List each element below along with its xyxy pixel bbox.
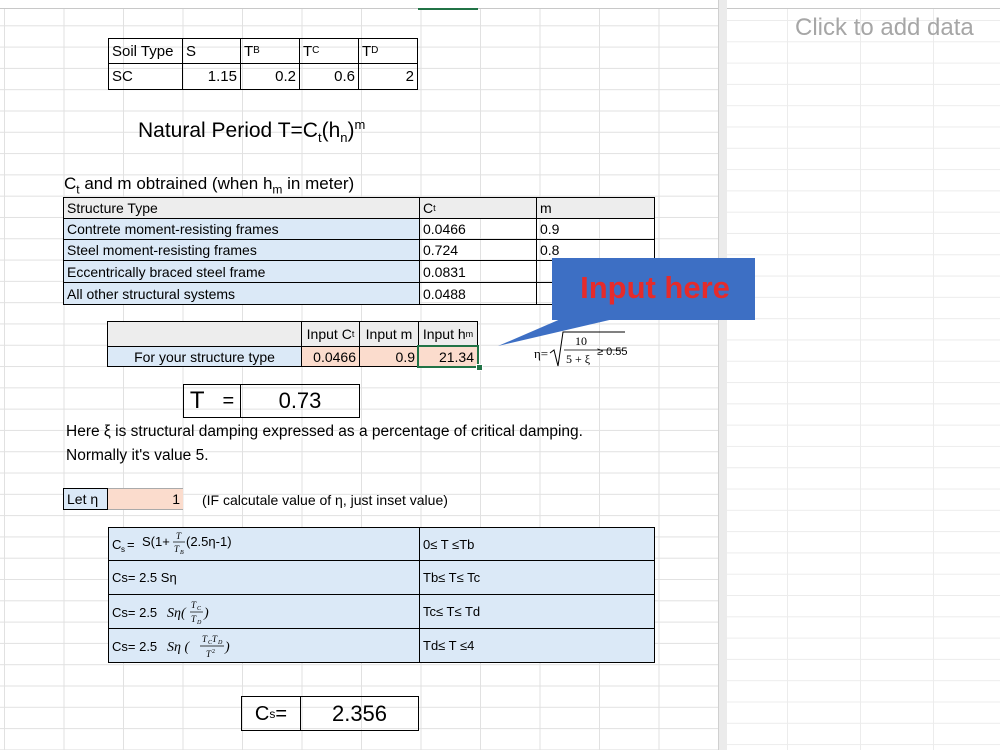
structure-header-type[interactable]: Structure Type — [63, 197, 420, 219]
cs-formula-row[interactable]: C s = S(1+ T T B (2.5η-1) — [108, 527, 420, 561]
input-here-label: Input here — [580, 270, 730, 305]
damping-default-note[interactable]: Normally it's value 5. — [66, 447, 209, 465]
soil-header-type[interactable]: Soil Type — [108, 38, 183, 64]
svg-text:s: s — [121, 545, 125, 554]
svg-text:(2.5η-1): (2.5η-1) — [186, 534, 232, 549]
svg-text:C: C — [112, 537, 121, 552]
cs-formula-row[interactable]: Cs= 2.5 Sη( T C T D ) — [108, 594, 420, 629]
right-pane-column-header — [727, 0, 1000, 9]
ct-m-heading[interactable]: Ct and m obtrained (when hm in meter) — [64, 174, 354, 196]
cs-formula-3: Cs= 2.5 Sη( T C T D ) — [112, 600, 209, 626]
column-header-strip[interactable] — [0, 0, 718, 10]
eta-formula: η= 10 5 + ξ ≥ 0.55 — [534, 331, 628, 367]
soil-td-value[interactable]: 2 — [358, 63, 418, 90]
input-row-label[interactable]: For your structure type — [107, 346, 302, 367]
soil-header-td[interactable]: TD — [358, 38, 418, 64]
soil-header-s[interactable]: S — [182, 38, 241, 64]
input-ct-header[interactable]: Input Ct — [301, 321, 360, 347]
input-m-header[interactable]: Input m — [359, 321, 419, 347]
svg-text:η=: η= — [534, 346, 548, 361]
svg-text:S(1+: S(1+ — [142, 534, 170, 549]
svg-text:): ) — [203, 606, 209, 621]
cs-formula-row[interactable]: Cs= 2.5 Sη ( T C T D T 2 ) — [108, 628, 420, 663]
svg-text:C: C — [197, 606, 202, 612]
fill-handle[interactable] — [476, 364, 483, 371]
structure-ct-cell[interactable]: 0.724 — [419, 239, 537, 261]
soil-header-tc[interactable]: TC — [299, 38, 359, 64]
svg-text:D: D — [217, 640, 223, 646]
period-value[interactable]: 0.73 — [240, 384, 360, 418]
cs-range-row[interactable]: 0≤ T ≤Tb — [419, 527, 655, 561]
cs-result-value[interactable]: 2.356 — [300, 696, 419, 731]
svg-text:Cs= 2.5: Cs= 2.5 — [112, 605, 157, 620]
svg-text:): ) — [224, 640, 230, 655]
svg-text:5 + ξ: 5 + ξ — [566, 352, 591, 366]
soil-tb-value[interactable]: 0.2 — [240, 63, 300, 90]
svg-text:B: B — [180, 550, 184, 556]
svg-text:Sη (: Sη ( — [167, 640, 190, 655]
soil-s-value[interactable]: 1.15 — [182, 63, 241, 90]
eta-instruction[interactable]: (IF calcutale value of η, just inset val… — [202, 492, 448, 508]
cs-result-label[interactable]: Cs = — [241, 696, 301, 731]
add-data-placeholder[interactable]: Click to add data — [795, 14, 974, 42]
eta-value[interactable]: 1 — [108, 488, 183, 510]
structure-type-cell[interactable]: Eccentrically braced steel frame — [63, 260, 420, 283]
period-label[interactable]: T = — [183, 384, 241, 418]
svg-text:≥ 0.55: ≥ 0.55 — [597, 346, 628, 358]
svg-text:=: = — [127, 537, 135, 552]
eta-label[interactable]: Let η — [63, 488, 108, 510]
structure-type-cell[interactable]: Steel moment-resisting frames — [63, 239, 420, 261]
input-hm-value[interactable]: 21.34 — [417, 345, 479, 368]
structure-header-ct[interactable]: Ct — [419, 197, 537, 219]
structure-ct-cell[interactable]: 0.0466 — [419, 218, 537, 240]
cs-formula-4: Cs= 2.5 Sη ( T C T D T 2 ) — [112, 634, 230, 659]
right-pane-grid[interactable] — [727, 0, 1000, 750]
cs-range-row[interactable]: Tb≤ T≤ Tc — [419, 560, 655, 595]
input-m-value[interactable]: 0.9 — [359, 346, 419, 367]
structure-ct-cell[interactable]: 0.0831 — [419, 260, 537, 283]
structure-type-cell[interactable]: All other structural systems — [63, 282, 420, 305]
cs-formula-row[interactable]: Cs= 2.5 Sη — [108, 560, 420, 595]
damping-note[interactable]: Here ξ is structural damping expressed a… — [66, 423, 583, 441]
soil-type-value[interactable]: SC — [108, 63, 183, 90]
svg-text:2: 2 — [212, 649, 215, 655]
selected-column-indicator — [418, 0, 478, 10]
cs-formula-1: C s = S(1+ T T B (2.5η-1) — [112, 531, 232, 556]
structure-header-m[interactable]: m — [536, 197, 655, 219]
structure-type-cell[interactable]: Contrete moment-resisting frames — [63, 218, 420, 240]
svg-text:Cs= 2.5: Cs= 2.5 — [112, 639, 157, 654]
structure-ct-cell[interactable]: 0.0488 — [419, 282, 537, 305]
svg-text:T: T — [176, 531, 182, 541]
svg-text:10: 10 — [575, 334, 587, 348]
svg-text:D: D — [196, 620, 202, 626]
cs-range-row[interactable]: Tc≤ T≤ Td — [419, 594, 655, 629]
input-ct-value[interactable]: 0.0466 — [301, 346, 360, 367]
soil-header-tb[interactable]: TB — [240, 38, 300, 64]
structure-m-cell[interactable]: 0.9 — [536, 218, 655, 240]
spreadsheet-sheet[interactable]: Click to add data Soil Type S TB TC TD S… — [0, 0, 1000, 750]
natural-period-title[interactable]: Natural Period T=Ct(hn)m — [138, 117, 365, 145]
svg-text:Sη(: Sη( — [167, 606, 187, 621]
input-hm-header[interactable]: Input hm — [418, 321, 478, 347]
soil-tc-value[interactable]: 0.6 — [299, 63, 359, 90]
cs-formula-2: Cs= 2.5 Sη — [112, 570, 177, 585]
cs-range-row[interactable]: Td≤ T ≤4 — [419, 628, 655, 663]
input-table-corner[interactable] — [107, 321, 302, 347]
